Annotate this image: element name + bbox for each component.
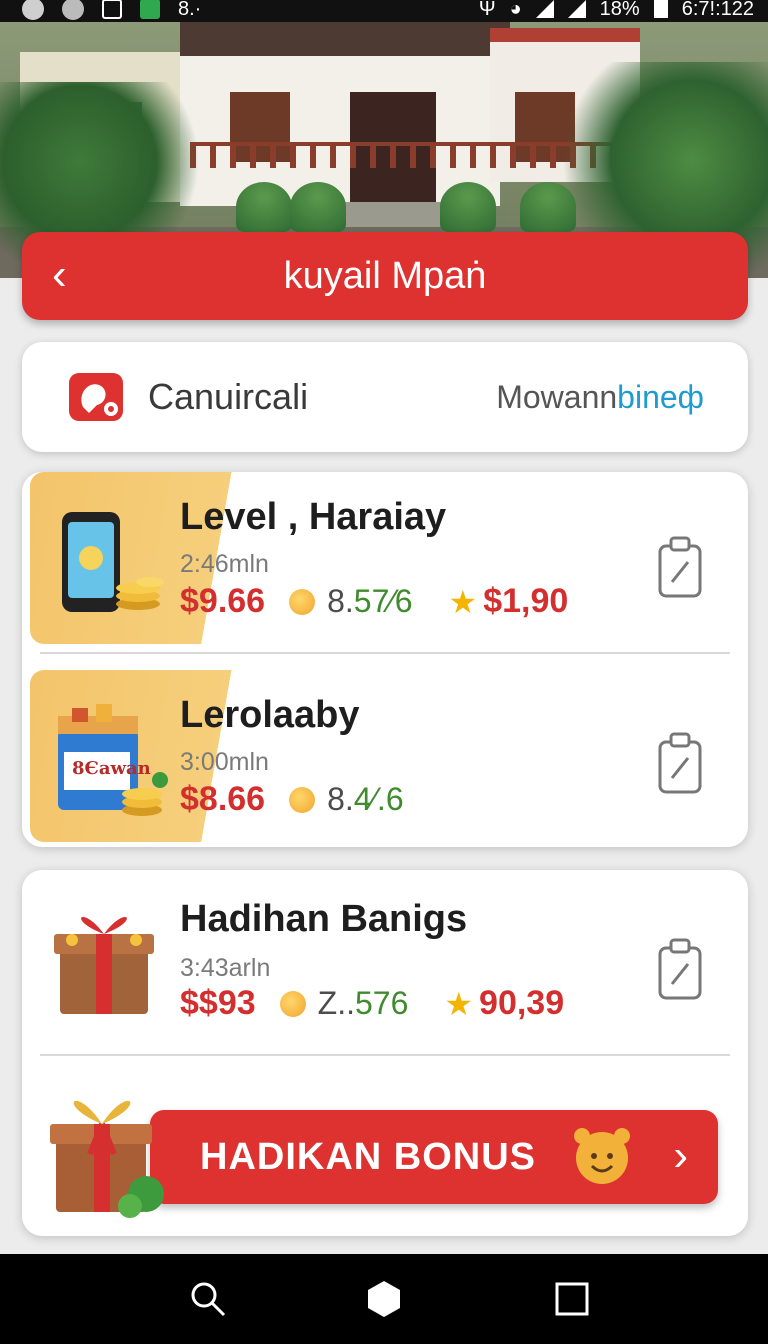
partner-logo: Mowannbineф [496,342,704,452]
item-stats: $$93 Z.. 576 ★ 90,39 [180,984,564,1023]
page-title: kuyail Mpaṅ [283,255,487,297]
clipboard-edit-icon[interactable] [658,732,702,794]
clock: 6:7!:122 [681,0,754,20]
mascot-icon [574,1128,630,1184]
list-item[interactable]: 8Єawan Lerolaaby 3:00mln $8.66 8. 4⁄.6 [22,670,748,847]
browser-icon [62,0,84,20]
clipboard-edit-icon[interactable] [658,938,702,1000]
notification-text: 8.· [178,0,202,20]
list-item[interactable]: Hadihan Banigs 3:43arln $$93 Z.. 576 ★ 90,… [22,870,748,1050]
item-rate: 8. 57⁄6 [289,583,413,620]
item-stats: $9.66 8. 57⁄6 ★ $1,90 [180,582,568,621]
brand-name: Canuircali [148,376,309,417]
item-rate: Z.. 576 [279,985,408,1022]
screenshot-icon [102,0,122,19]
signal-icon [567,0,586,18]
divider [40,652,730,654]
avatar-icon [22,0,44,20]
wifi-icon [535,0,554,18]
recents-icon[interactable] [550,1277,594,1321]
partner-name-prefix: Mowann [496,379,618,415]
bonus-button[interactable]: HADIKAN BONUS › [150,1110,718,1204]
alarm-icon: ◕ [509,0,522,20]
gift-bow-icon [50,1100,164,1218]
system-nav-bar [0,1254,768,1344]
item-time: 2:46mln [180,550,269,578]
item-rate: 8. 4⁄.6 [289,781,404,818]
star-icon: ★ [448,583,478,620]
status-bar: 8.· Ψ ◕ 18% 6:7!:122 [0,0,768,22]
item-price: $8.66 [180,780,266,818]
item-time: 3:00mln [180,748,269,776]
item-bonus: ★ $1,90 [448,582,569,620]
item-bonus: ★ 90,39 [444,984,565,1022]
clipboard-edit-icon[interactable] [658,536,702,598]
gift-box-icon [54,916,154,1014]
divider [40,1054,730,1056]
usb-icon: Ψ [478,0,496,20]
item-title: Lerolaaby [180,694,360,736]
item-price: $9.66 [180,582,266,620]
battery-icon [653,0,668,18]
mascot-icon [279,990,306,1017]
mascot-icon [289,588,316,615]
star-icon: ★ [444,985,474,1022]
phone-coins-icon [62,512,164,612]
battery-percent: 18% [599,0,640,20]
bonus-button-label: HADIKAN BONUS [200,1136,536,1178]
item-stats: $8.66 8. 4⁄.6 [180,780,404,819]
partner-name-accent: bineф [617,379,704,415]
offer-card-group: Level , Haraiay 2:46mln $9.66 8. 57⁄6 ★ $1… [22,472,748,847]
mascot-icon [289,786,316,813]
app-notification-icon [140,0,160,19]
header-bar: ‹ kuyail Mpaṅ [22,232,748,320]
chevron-right-icon: › [673,1131,688,1180]
box-label: 8Єawan [72,758,151,779]
item-price: $$93 [180,984,256,1022]
brand-card: Canuircali Mowannbineф [22,342,748,452]
list-item[interactable]: Level , Haraiay 2:46mln $9.66 8. 57⁄6 ★ $1… [22,472,748,652]
search-icon[interactable] [186,1277,230,1321]
item-time: 3:43arln [180,954,271,982]
item-title: Level , Haraiay [180,496,447,538]
home-icon[interactable] [362,1277,406,1321]
item-title: Hadihan Banigs [180,898,468,940]
brand-logo-icon [69,373,123,421]
